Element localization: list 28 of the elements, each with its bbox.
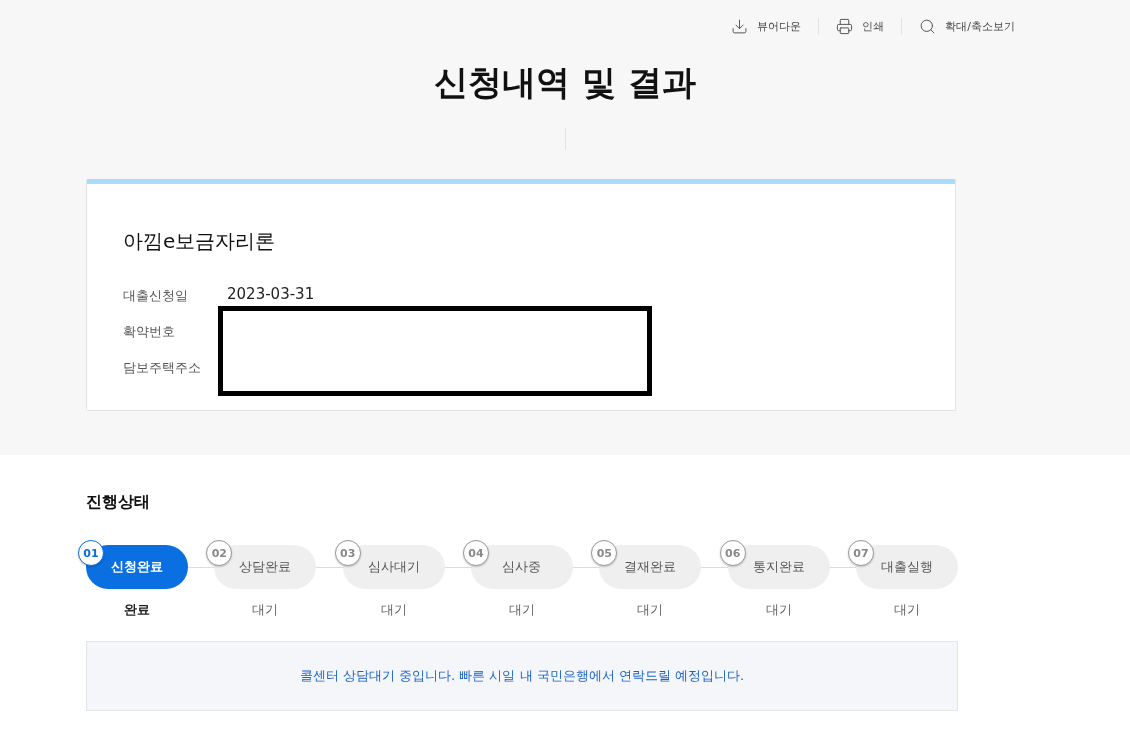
step-number: 01 [78, 540, 104, 566]
step-status: 대기 [765, 601, 792, 619]
step-number: 02 [206, 540, 233, 566]
search-icon [919, 17, 937, 35]
loan-name: 아낌e보금자리론 [123, 228, 277, 255]
field-label: 대출신청일 [123, 287, 189, 305]
field-value: 2023-03-31 [227, 285, 316, 305]
field-label: 담보주택주소 [123, 359, 202, 377]
step-status: 대기 [637, 601, 664, 619]
printer-icon [836, 17, 854, 35]
step-number: 07 [847, 540, 874, 566]
step-status: 대기 [893, 601, 920, 619]
page-title: 신청내역 및 결과 [433, 61, 697, 104]
step-status: 대기 [380, 601, 407, 619]
toolbar-button[interactable]: 뷰어다운 [714, 17, 819, 35]
step-number: 03 [334, 540, 361, 566]
download-icon [731, 17, 749, 35]
step-status: 완료 [124, 601, 150, 619]
step-number: 06 [719, 540, 746, 566]
step-status: 대기 [509, 601, 535, 619]
step-number: 04 [463, 540, 489, 566]
section-heading: 진행상태 [86, 492, 151, 513]
toolbar-button[interactable]: 인쇄 [818, 17, 902, 35]
notice-message: 콜센터 상담대기 중입니다. 빠른 시일 내 국민은행에서 연락드릴 예정입니다. [86, 641, 958, 711]
step-status: 대기 [252, 601, 279, 619]
step-number: 05 [591, 540, 618, 566]
toolbar-button[interactable]: 확대/축소보기 [901, 17, 1032, 35]
field-label: 확약번호 [123, 323, 176, 341]
